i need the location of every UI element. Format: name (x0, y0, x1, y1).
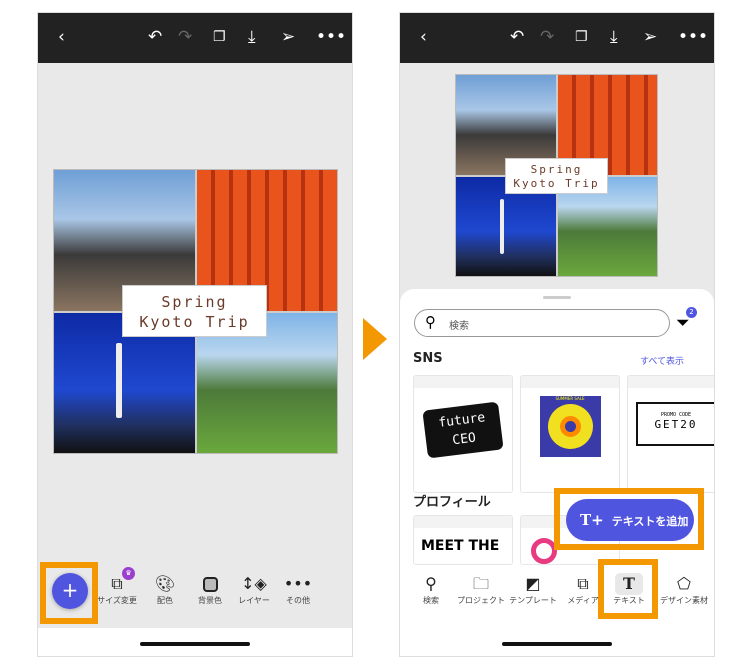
palette-icon: 🎨︎ (154, 574, 176, 593)
folder-icon: 🗀 (472, 574, 489, 593)
collage-text-box[interactable]: Spring Kyoto Trip (505, 158, 608, 194)
more-icon[interactable]: ••• (678, 27, 708, 47)
text-line-2: Kyoto Trip (139, 313, 250, 331)
top-toolbar: ‹ ↶ ↷ ❐ ⤓ ➢ ••• (38, 13, 352, 63)
share-icon[interactable]: ➢ (643, 27, 657, 47)
tool-label: 背景色 (198, 596, 222, 605)
home-indicator (140, 642, 250, 646)
card-text: MEET THE (421, 538, 500, 554)
home-bar (38, 628, 352, 656)
tool-label: レイヤー (238, 596, 270, 605)
section-title-profile: プロフィール (413, 495, 491, 510)
home-bar (400, 628, 714, 656)
download-icon[interactable]: ⤓ (610, 27, 618, 47)
back-icon[interactable]: ‹ (58, 27, 65, 47)
redo-icon[interactable]: ↷ (540, 27, 554, 47)
card-text: SUMMER SALE (555, 396, 585, 401)
more-icon: ••• (283, 574, 313, 593)
layers-icon: ↕◈ (241, 574, 267, 593)
highlight-text-tab (598, 559, 658, 619)
premium-crown-icon: ♛ (122, 567, 135, 580)
design-assets-icon: ⬠ (677, 574, 691, 593)
share-icon[interactable]: ➢ (281, 27, 295, 47)
resize-icon: ⧉ (111, 574, 123, 593)
highlight-add-button (40, 562, 98, 624)
tool-label: 配色 (157, 596, 173, 605)
nav-label: デザイン素材 (660, 596, 708, 605)
collage-text-box[interactable]: Spring Kyoto Trip (122, 285, 267, 337)
download-icon[interactable]: ⤓ (248, 27, 256, 47)
nav-label: 検索 (423, 596, 439, 605)
bottom-sheet: ⚲ 検索 ⏷ 2 SNS すべて表示 future CEO SUMMER SALE… (400, 289, 714, 656)
tool-label: サイズ変更 (97, 596, 137, 605)
undo-icon[interactable]: ↶ (510, 27, 524, 47)
sheet-handle[interactable] (543, 296, 571, 299)
tool-resize[interactable]: ⧉ サイズ変更 ♛ (92, 567, 142, 606)
undo-icon[interactable]: ↶ (148, 27, 162, 47)
template-card-promo[interactable]: PROMO CODE GET20 (627, 375, 714, 493)
search-placeholder: 検索 (449, 321, 469, 332)
tool-layers[interactable]: ↕◈ レイヤー (229, 573, 279, 606)
template-card-future-ceo[interactable]: future CEO (413, 375, 513, 493)
nav-template[interactable]: ◩ テンプレート (508, 573, 558, 606)
nav-label: メディア (567, 596, 599, 605)
section-title-sns: SNS (413, 351, 443, 366)
template-card-meet-the[interactable]: MEET THE (413, 515, 513, 565)
top-toolbar: ‹ ↶ ↷ ❐ ⤓ ➢ ••• (400, 13, 714, 63)
tool-more[interactable]: ••• その他 (273, 573, 323, 606)
search-icon: ⚲ (425, 574, 437, 593)
search-icon: ⚲ (425, 313, 436, 331)
right-phone-screen: ‹ ↶ ↷ ❐ ⤓ ➢ ••• Spring Kyoto Trip ⚲ 検索 ⏷… (399, 12, 715, 657)
nav-design-assets[interactable]: ⬠ デザイン素材 (654, 573, 714, 606)
background-color-icon (185, 573, 235, 595)
search-input[interactable]: ⚲ 検索 (414, 309, 670, 337)
template-icon: ◩ (525, 574, 541, 593)
pages-icon[interactable]: ❐ (575, 27, 588, 47)
tool-label: その他 (286, 596, 310, 605)
left-phone-screen: ‹ ↶ ↷ ❐ ⤓ ➢ ••• Spring Kyoto Trip + ⧉ サイズ… (37, 12, 353, 657)
template-card-summer-sale[interactable]: SUMMER SALE (520, 375, 620, 493)
card-text: GET20 (654, 418, 698, 431)
pages-icon[interactable]: ❐ (213, 27, 226, 47)
highlight-add-text (554, 488, 704, 550)
arrow-icon (363, 318, 387, 360)
text-line-2: Kyoto Trip (513, 177, 600, 190)
tool-background[interactable]: 背景色 (185, 573, 235, 606)
home-indicator (502, 642, 612, 646)
show-all-link[interactable]: すべて表示 (640, 354, 684, 367)
nav-label: テンプレート (509, 596, 557, 605)
nav-label: プロジェクト (457, 596, 505, 605)
tool-color[interactable]: 🎨︎ 配色 (140, 573, 190, 606)
back-icon[interactable]: ‹ (420, 27, 427, 47)
nav-search[interactable]: ⚲ 検索 (406, 573, 456, 606)
filter-badge: 2 (686, 307, 697, 318)
text-line-1: Spring (530, 163, 583, 176)
text-line-1: Spring (161, 293, 228, 311)
more-icon[interactable]: ••• (316, 27, 346, 47)
redo-icon[interactable]: ↷ (178, 27, 192, 47)
nav-project[interactable]: 🗀 プロジェクト (456, 573, 506, 606)
